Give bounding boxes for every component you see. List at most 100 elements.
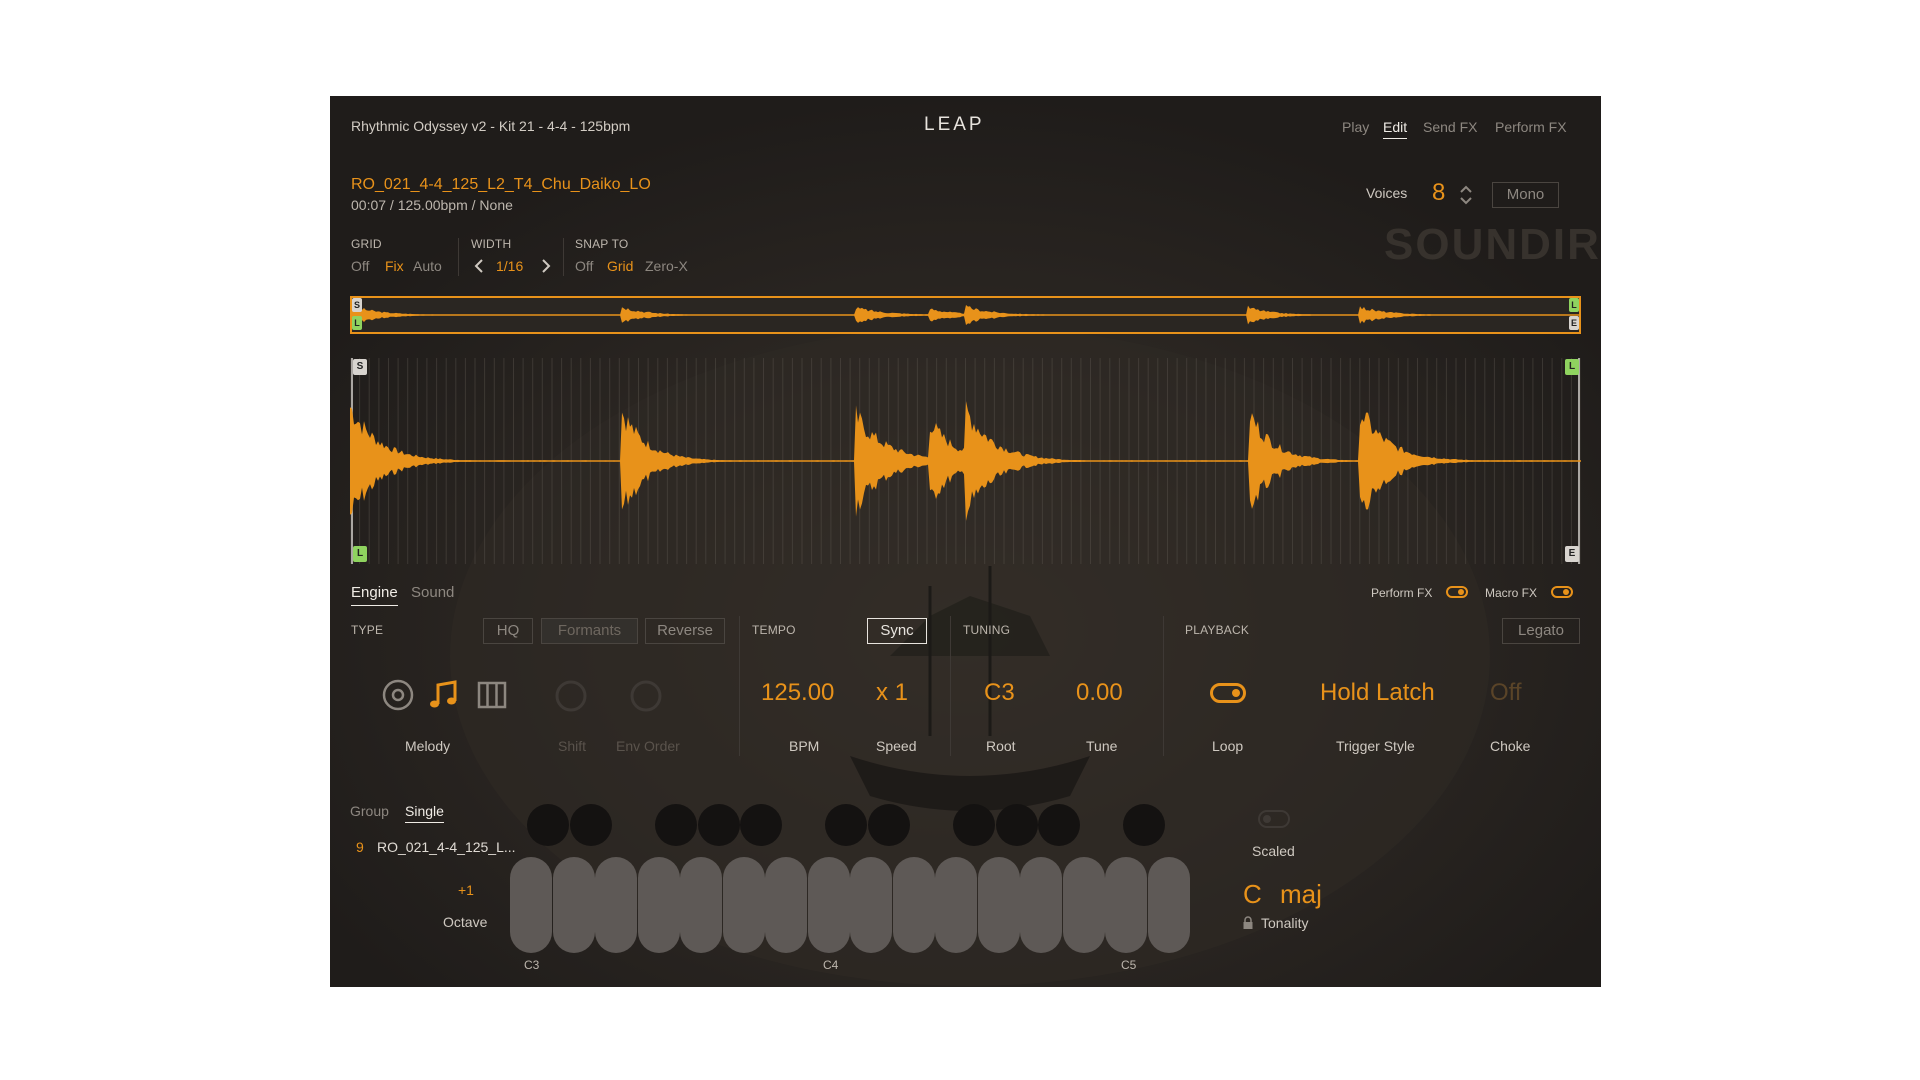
tab-single[interactable]: Single [405, 803, 444, 823]
width-divider [563, 238, 564, 276]
overview-end-marker[interactable]: E [1569, 316, 1579, 330]
shift-knob-icon[interactable] [554, 679, 588, 713]
black-key[interactable] [527, 804, 569, 846]
white-key[interactable] [977, 857, 1020, 953]
waveform-overview-graph [352, 305, 1579, 325]
white-key[interactable] [680, 857, 722, 953]
scaled-toggle[interactable] [1258, 810, 1290, 828]
waveform-loop-end-marker[interactable]: L [1565, 359, 1579, 375]
white-key[interactable] [850, 857, 892, 953]
waveform-start-marker[interactable]: S [353, 359, 367, 375]
width-label: WIDTH [471, 237, 512, 251]
sample-name: RO_021_4-4_125_L2_T4_Chu_Daiko_LO [351, 176, 651, 193]
macro-fx-toggle[interactable] [1551, 586, 1573, 598]
white-key[interactable] [1147, 857, 1190, 953]
nav-play[interactable]: Play [1342, 119, 1369, 135]
perform-fx-toggle[interactable] [1446, 586, 1468, 598]
type-tempo-divider [739, 616, 740, 756]
grid-off[interactable]: Off [351, 258, 369, 274]
perform-fx-label: Perform FX [1371, 586, 1433, 600]
root-label: Root [986, 738, 1016, 754]
env-order-label: Env Order [616, 738, 680, 754]
white-key[interactable] [892, 857, 935, 953]
waveform-end-marker[interactable]: E [1565, 546, 1579, 562]
hq-button[interactable]: HQ [483, 618, 533, 644]
key-scale-value[interactable]: maj [1280, 879, 1322, 910]
width-next-icon[interactable] [541, 259, 551, 273]
env-order-knob-icon[interactable] [629, 679, 663, 713]
white-key[interactable] [807, 857, 850, 953]
slot-number: 9 [356, 839, 364, 855]
mono-button[interactable]: Mono [1492, 182, 1559, 208]
tune-label: Tune [1086, 738, 1118, 754]
white-key[interactable] [1062, 857, 1105, 953]
nav-perform-fx[interactable]: Perform FX [1495, 119, 1567, 135]
root-value[interactable]: C3 [984, 679, 1015, 707]
one-shot-mode-icon[interactable] [381, 678, 415, 712]
overview-loop-start-marker[interactable]: L [352, 316, 362, 330]
tab-group[interactable]: Group [350, 803, 389, 819]
nav-edit[interactable]: Edit [1383, 119, 1408, 139]
white-key[interactable] [595, 857, 637, 953]
nav-send-fx[interactable]: Send FX [1423, 119, 1477, 135]
black-key[interactable] [698, 804, 740, 846]
grid-label: GRID [351, 237, 382, 251]
octave-label: Octave [443, 914, 488, 930]
formants-button[interactable]: Formants [541, 618, 638, 644]
waveform-loop-start-marker[interactable]: L [353, 546, 367, 562]
white-key[interactable] [510, 857, 552, 953]
voices-label: Voices [1366, 185, 1408, 201]
tab-engine[interactable]: Engine [351, 584, 398, 606]
tab-sound[interactable]: Sound [411, 584, 454, 601]
white-key[interactable] [552, 857, 595, 953]
key-root-value[interactable]: C [1243, 879, 1262, 910]
soundiron-watermark: SOUNDIRON [1384, 220, 1601, 269]
bpm-label: BPM [789, 738, 820, 754]
lock-icon[interactable] [1242, 916, 1254, 930]
width-prev-icon[interactable] [474, 259, 484, 273]
black-key[interactable] [825, 804, 867, 846]
bpm-value[interactable]: 125.00 [761, 679, 834, 707]
white-key[interactable] [1105, 857, 1147, 953]
sync-button[interactable]: Sync [867, 618, 927, 644]
white-key[interactable] [935, 857, 977, 953]
grid-fix[interactable]: Fix [385, 258, 404, 274]
black-key[interactable] [953, 804, 995, 846]
voices-value[interactable]: 8 [1432, 179, 1445, 207]
black-key[interactable] [996, 804, 1038, 846]
white-key[interactable] [637, 857, 680, 953]
white-key[interactable] [1020, 857, 1062, 953]
waveform-editor[interactable] [350, 358, 1581, 564]
trigger-style-label: Trigger Style [1336, 738, 1415, 754]
slice-mode-icon[interactable] [475, 678, 509, 712]
melody-mode-icon[interactable] [427, 678, 461, 712]
black-key[interactable] [1123, 804, 1165, 846]
black-key[interactable] [1038, 804, 1080, 846]
white-key[interactable] [722, 857, 765, 953]
white-key[interactable] [765, 857, 807, 953]
snap-off[interactable]: Off [575, 258, 593, 274]
black-key[interactable] [740, 804, 782, 846]
black-key[interactable] [868, 804, 910, 846]
reverse-button[interactable]: Reverse [645, 618, 725, 644]
trigger-style-value[interactable]: Hold Latch [1320, 679, 1435, 707]
slot-name[interactable]: RO_021_4-4_125_L... [377, 839, 516, 855]
grid-auto[interactable]: Auto [413, 258, 442, 274]
leap-plugin-window: Rhythmic Odyssey v2 - Kit 21 - 4-4 - 125… [330, 96, 1601, 987]
octave-value[interactable]: +1 [458, 882, 474, 898]
choke-label: Choke [1490, 738, 1531, 754]
snap-zero-x[interactable]: Zero-X [645, 258, 688, 274]
black-key[interactable] [655, 804, 697, 846]
speed-value[interactable]: x 1 [876, 679, 908, 707]
loop-label: Loop [1212, 738, 1244, 754]
black-key[interactable] [570, 804, 612, 846]
overview-start-marker[interactable]: S [352, 298, 362, 312]
loop-toggle[interactable] [1210, 683, 1246, 703]
tune-value[interactable]: 0.00 [1076, 679, 1123, 707]
voices-stepper-icon[interactable] [1458, 182, 1474, 208]
choke-value[interactable]: Off [1490, 679, 1522, 707]
waveform-overview[interactable] [350, 296, 1581, 334]
legato-button[interactable]: Legato [1502, 618, 1580, 644]
snap-grid[interactable]: Grid [607, 258, 633, 274]
overview-loop-end-marker[interactable]: L [1569, 298, 1579, 312]
